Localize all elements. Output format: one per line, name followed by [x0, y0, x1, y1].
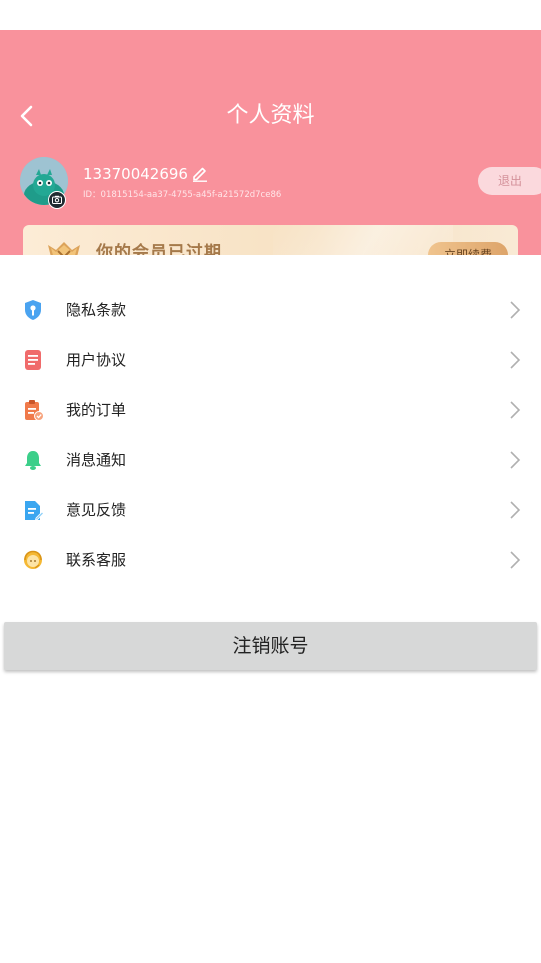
- renew-button[interactable]: 立即续费: [428, 242, 508, 255]
- chevron-right-icon: [510, 351, 521, 369]
- pencil-icon[interactable]: [191, 164, 209, 182]
- chevron-right-icon: [510, 301, 521, 319]
- menu-item-user-agreement[interactable]: 用户协议: [0, 335, 541, 385]
- crown-icon: [48, 242, 80, 255]
- clipboard-check-icon: [25, 400, 44, 421]
- settings-menu: 隐私条款 用户协议 我的订单 消息通知 意见反馈 联系客服: [0, 285, 541, 585]
- menu-label: 隐私条款: [66, 301, 127, 319]
- menu-item-notifications[interactable]: 消息通知: [0, 435, 541, 485]
- bell-icon: [25, 451, 41, 470]
- menu-item-my-orders[interactable]: 我的订单: [0, 385, 541, 435]
- status-bar: [0, 0, 541, 30]
- vip-status-text: 你的会员已过期: [96, 243, 222, 255]
- chevron-right-icon: [510, 551, 521, 569]
- cancel-account-button[interactable]: 注销账号: [4, 622, 537, 670]
- shield-key-icon: [25, 300, 41, 320]
- chevron-right-icon: [510, 501, 521, 519]
- feedback-edit-icon: [25, 501, 44, 521]
- customer-service-icon: [24, 550, 42, 569]
- chevron-right-icon: [510, 451, 521, 469]
- menu-item-privacy[interactable]: 隐私条款: [0, 285, 541, 335]
- menu-label: 消息通知: [66, 451, 127, 469]
- chevron-right-icon: [510, 401, 521, 419]
- vip-card-shine: [273, 225, 453, 255]
- logout-button[interactable]: 退出: [478, 167, 541, 195]
- page-title: 个人资料: [226, 103, 315, 128]
- menu-item-feedback[interactable]: 意见反馈: [0, 485, 541, 535]
- menu-label: 联系客服: [66, 551, 127, 569]
- vip-status-card: 你的会员已过期 立即续费: [23, 225, 518, 255]
- user-phone: 13370042696: [83, 165, 188, 183]
- menu-item-customer-service[interactable]: 联系客服: [0, 535, 541, 585]
- user-id: ID：01815154-aa37-4755-a45f-a21572d7ce86: [83, 190, 282, 200]
- profile-header: 个人资料 13370042696 ID：01815154-aa37-4755-a…: [0, 30, 541, 255]
- menu-label: 意见反馈: [66, 501, 127, 519]
- document-icon: [25, 350, 41, 370]
- menu-label: 用户协议: [66, 351, 127, 369]
- menu-label: 我的订单: [66, 401, 127, 419]
- camera-icon[interactable]: [48, 191, 66, 209]
